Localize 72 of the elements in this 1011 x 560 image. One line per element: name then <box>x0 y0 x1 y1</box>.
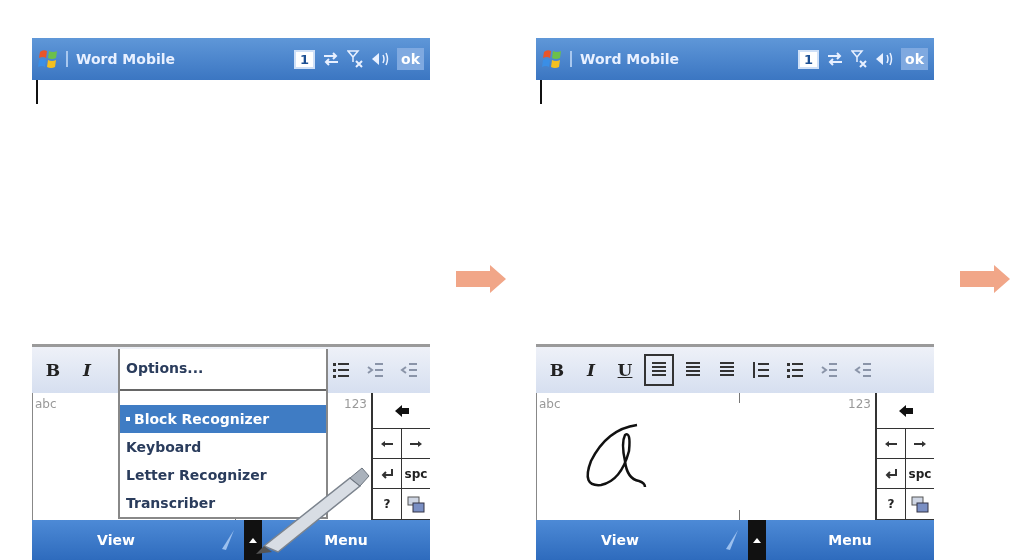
sync-arrows-icon[interactable] <box>827 52 844 66</box>
menu-item[interactable]: Block Recognizer <box>120 405 326 433</box>
window-title: Word Mobile <box>570 51 790 67</box>
outdent-icon <box>854 361 872 379</box>
no-signal-icon[interactable] <box>347 50 364 68</box>
number-zone-label: 123 <box>344 397 367 411</box>
sync-arrows-icon[interactable] <box>323 52 340 66</box>
right-arrow-icon <box>410 440 422 447</box>
left-key[interactable] <box>372 429 401 459</box>
window-title: Word Mobile <box>66 51 286 67</box>
caret-icon <box>249 537 257 543</box>
keypad-key[interactable]: ? <box>372 489 401 520</box>
align-left-button[interactable] <box>644 354 674 386</box>
italic-button[interactable]: I <box>576 354 606 386</box>
text-cursor <box>36 80 38 104</box>
enter-key[interactable] <box>372 459 401 489</box>
caret-icon <box>753 537 761 543</box>
keyboard-key[interactable] <box>401 489 430 520</box>
speaker-icon[interactable] <box>875 52 894 66</box>
pen-icon <box>220 529 236 551</box>
align-right-icon <box>718 361 736 379</box>
no-signal-icon[interactable] <box>851 50 868 68</box>
right-key[interactable] <box>905 429 934 459</box>
right-arrow-icon <box>456 265 506 293</box>
backspace-key[interactable] <box>876 393 934 429</box>
backspace-icon <box>898 404 913 417</box>
bold-button[interactable]: B <box>542 354 572 386</box>
right-arrow-icon <box>960 265 1010 293</box>
left-key[interactable] <box>876 429 905 459</box>
left-arrow-icon <box>885 440 897 447</box>
notification-count[interactable]: 1 <box>798 49 820 69</box>
outdent-icon <box>400 361 418 379</box>
text-cursor <box>540 80 542 104</box>
bullet-list-icon <box>332 361 350 379</box>
menu-item[interactable]: Letter Recognizer <box>120 461 273 489</box>
speaker-icon[interactable] <box>371 52 390 66</box>
indent-icon <box>820 361 838 379</box>
softkey-button[interactable]: View <box>32 531 200 549</box>
keypad-key[interactable]: spc <box>905 459 934 489</box>
align-left-icon <box>650 361 668 379</box>
backspace-key[interactable] <box>372 393 430 429</box>
keyboard-key[interactable] <box>905 489 934 520</box>
right-key[interactable] <box>401 429 430 459</box>
enter-icon <box>884 468 898 479</box>
keyboard-icon <box>911 495 929 513</box>
notification-count[interactable]: 1 <box>294 49 316 69</box>
softkey-button[interactable]: Menu <box>262 531 430 549</box>
letter-zone-label: abc <box>539 397 561 411</box>
softkey-button[interactable]: View <box>536 531 704 549</box>
underline-button[interactable]: U <box>610 354 640 386</box>
enter-key[interactable] <box>876 459 905 489</box>
keypad-key[interactable]: ? <box>876 489 905 520</box>
backspace-icon <box>394 404 409 417</box>
keyboard-icon <box>407 495 425 513</box>
bullet-list-icon <box>786 361 804 379</box>
softkey-button[interactable]: Menu <box>766 531 934 549</box>
pen-icon <box>724 529 740 551</box>
italic-button[interactable]: I <box>72 354 102 386</box>
right-arrow-icon <box>914 440 926 447</box>
number-zone-label: 123 <box>848 397 871 411</box>
menu-item[interactable]: Keyboard <box>120 433 208 461</box>
bold-button[interactable]: B <box>38 354 68 386</box>
menu-item[interactable]: Transcriber <box>120 489 222 517</box>
indent-icon <box>366 361 384 379</box>
menu-item[interactable]: Options... <box>120 353 326 391</box>
align-center-icon <box>684 361 702 379</box>
enter-icon <box>380 468 394 479</box>
numbered-list-icon <box>752 361 770 379</box>
bullet-icon <box>126 417 130 421</box>
left-arrow-icon <box>381 440 393 447</box>
letter-zone-label: abc <box>35 397 57 411</box>
keypad-key[interactable]: spc <box>401 459 430 489</box>
